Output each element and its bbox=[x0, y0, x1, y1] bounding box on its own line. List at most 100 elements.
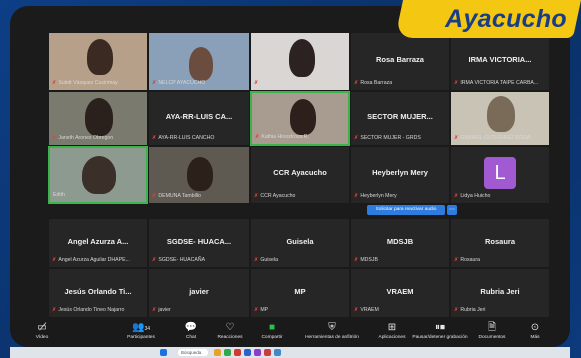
apps-label: Aplicaciones bbox=[378, 335, 406, 340]
chat-label: Chat bbox=[185, 335, 197, 340]
tile-label: ✗ SGDSE- HUACAÑA bbox=[152, 257, 206, 263]
tile-label: ✗ GABRIEL GUTIERREZ EGOA bbox=[454, 135, 531, 141]
video-tile-sector-mujer[interactable]: SECTOR MUJER... ✗ SECTOR MUJER - GRDS bbox=[350, 91, 450, 146]
mic-muted-icon: ✗ bbox=[454, 80, 459, 86]
video-tile-lidya[interactable]: L ✗ Lidya Huicho bbox=[450, 146, 550, 204]
video-tile-cdj[interactable]: ✗ CDJ Ayacucho bbox=[250, 32, 350, 91]
pause-stop-icon: ⏸⏹ bbox=[435, 322, 445, 333]
video-tile-mdsjb[interactable]: MDSJB ✗ MDSJB bbox=[350, 218, 450, 268]
mic-muted-icon: ✗ bbox=[354, 257, 359, 263]
recording-button[interactable]: ⏸⏹ Pausar/detener grabación bbox=[412, 322, 468, 347]
video-tile-ccr[interactable]: CCR Ayacucho ✗ CCR Ayacucho bbox=[250, 146, 350, 204]
host-tools-button[interactable]: ⛨ Herramientas de anfitrión bbox=[294, 322, 370, 347]
video-label: Vídeo bbox=[35, 335, 49, 340]
participant-name: Rubria Jeri bbox=[480, 287, 520, 297]
video-tile-rosa[interactable]: Rosa Barraza ✗ Rosa Barraza bbox=[350, 32, 450, 91]
video-tile-angel[interactable]: Angel Azurza A... ✗ Angel Azurza Aguilar … bbox=[48, 218, 148, 268]
chat-icon: 💬 bbox=[184, 322, 198, 333]
participant-name: IRMA VICTORIA... bbox=[468, 54, 532, 64]
mic-muted-icon: ✗ bbox=[255, 134, 260, 140]
participant-name: MDSJB bbox=[386, 237, 414, 247]
participant-name: Guisela bbox=[286, 237, 314, 247]
participant-name: VRAEM bbox=[386, 287, 414, 297]
video-tile-sgdse[interactable]: SGDSE- HUACA... ✗ SGDSE- HUACAÑA bbox=[148, 218, 250, 268]
taskbar-app-icon[interactable] bbox=[224, 349, 231, 356]
participants-count: 34 bbox=[144, 326, 150, 332]
apps-button[interactable]: ⊞ Aplicaciones bbox=[372, 322, 412, 347]
mic-muted-icon: ✗ bbox=[52, 80, 57, 86]
mic-muted-icon: ✗ bbox=[52, 257, 57, 263]
video-tile-heyberlyn[interactable]: Heyberlyn Mery ✗ Heyberlyn Mery bbox=[350, 146, 450, 204]
mic-muted-icon: ✗ bbox=[52, 307, 57, 313]
taskbar-search[interactable]: Búsqueda bbox=[178, 349, 208, 356]
video-tile-vraem[interactable]: VRAEM ✗ VRAEM bbox=[350, 268, 450, 318]
video-tile-edith[interactable]: Edith bbox=[48, 146, 148, 204]
participants-button[interactable]: 👥34 Participantes bbox=[116, 322, 166, 347]
tile-label: ✗ Guisela bbox=[254, 257, 278, 263]
more-button[interactable]: ⊙ Más bbox=[520, 322, 550, 347]
taskbar-app-icon[interactable] bbox=[244, 349, 251, 356]
more-label: Más bbox=[530, 335, 540, 340]
video-tile-irma[interactable]: IRMA VICTORIA... ✗ IRMA VICTORIA TAIPE CA… bbox=[450, 32, 550, 91]
video-tile-rosaura[interactable]: Rosaura ✗ Rosaura bbox=[450, 218, 550, 268]
documents-button[interactable]: 🗎 Documentos bbox=[472, 322, 512, 347]
mic-muted-icon: ✗ bbox=[454, 135, 459, 141]
chat-button[interactable]: 💬 Chat bbox=[176, 322, 206, 347]
video-button[interactable]: ▭̸ Vídeo bbox=[24, 322, 60, 347]
mic-muted-icon: ✗ bbox=[254, 307, 259, 313]
mic-muted-icon: ✗ bbox=[354, 307, 359, 313]
tile-label: ✗ NELCP AYACUCHO bbox=[152, 80, 206, 86]
mic-muted-icon: ✗ bbox=[254, 193, 259, 199]
mic-muted-icon: ✗ bbox=[152, 307, 157, 313]
participant-name: Rosaura bbox=[484, 237, 515, 247]
tile-label: ✗ Sulett Vásquez Cusirimay bbox=[52, 80, 118, 86]
apps-icon: ⊞ bbox=[387, 322, 397, 333]
request-unmute-button[interactable]: Solicitar para reactivar audio bbox=[367, 205, 445, 215]
taskbar-app-icon[interactable] bbox=[234, 349, 241, 356]
document-icon: 🗎 bbox=[487, 322, 497, 333]
video-tile-kathia[interactable]: ✗ Kathia Hinostroza R. bbox=[250, 91, 350, 146]
tile-label: ✗ AYA-RR-LUIS CANCHO bbox=[152, 135, 215, 141]
more-options-button[interactable]: ⋯ bbox=[447, 205, 457, 215]
meeting-window: ✗ Sulett Vásquez Cusirimay ✗ NELCP AYACUCH… bbox=[10, 6, 570, 347]
os-taskbar: Búsqueda bbox=[10, 347, 570, 358]
share-button[interactable]: ■ Compartir bbox=[254, 322, 290, 347]
taskbar-app-icon[interactable] bbox=[274, 349, 281, 356]
tile-label: ✗ Heyberlyn Mery bbox=[354, 193, 397, 199]
mic-muted-icon: ✗ bbox=[354, 135, 359, 141]
taskbar-app-icon[interactable] bbox=[264, 349, 271, 356]
mic-muted-icon: ✗ bbox=[52, 135, 57, 141]
windows-start-icon[interactable] bbox=[160, 349, 167, 356]
video-tile-aya-rr[interactable]: AYA-RR-LUIS CA... ✗ AYA-RR-LUIS CANCHO bbox=[148, 91, 250, 146]
participant-video bbox=[82, 156, 116, 194]
video-tile-jesus[interactable]: Jesús Orlando Ti... ✗ Jesús Orlando Tineo… bbox=[48, 268, 148, 318]
video-off-icon: ▭̸ bbox=[37, 322, 47, 333]
participant-name: MP bbox=[294, 287, 306, 297]
shield-icon: ⛨ bbox=[328, 322, 336, 333]
mic-muted-icon: ✗ bbox=[454, 257, 459, 263]
video-tile-mp[interactable]: MP ✗ MP bbox=[250, 268, 350, 318]
mic-muted-icon: ✗ bbox=[152, 257, 157, 263]
reactions-button[interactable]: ♡ Reacciones bbox=[210, 322, 250, 347]
participant-name: AYA-RR-LUIS CA... bbox=[165, 112, 233, 122]
video-tile-rubria[interactable]: Rubria Jeri ✗ Rubria Jeri bbox=[450, 268, 550, 318]
participant-video bbox=[290, 99, 316, 135]
video-tile-sulett[interactable]: ✗ Sulett Vásquez Cusirimay bbox=[48, 32, 148, 91]
taskbar-app-icon[interactable] bbox=[254, 349, 261, 356]
participant-video bbox=[487, 96, 515, 132]
video-tile-nelcp[interactable]: ✗ NELCP AYACUCHO bbox=[148, 32, 250, 91]
participant-name: Rosa Barraza bbox=[376, 54, 424, 64]
share-label: Compartir bbox=[261, 335, 283, 340]
participant-name: SECTOR MUJER... bbox=[367, 112, 433, 122]
mic-muted-icon: ✗ bbox=[454, 307, 459, 313]
video-tile-gabriel[interactable]: ✗ GABRIEL GUTIERREZ EGOA bbox=[450, 91, 550, 146]
tile-label: ✗ Kathia Hinostroza R. bbox=[255, 134, 309, 140]
video-tile-demuna[interactable]: ✗ DEMUNA Tambillo bbox=[148, 146, 250, 204]
video-tile-janeth[interactable]: ✗ Janeth Arones Obregon bbox=[48, 91, 148, 146]
mic-muted-icon: ✗ bbox=[152, 80, 157, 86]
participant-name: Heyberlyn Mery bbox=[372, 168, 428, 178]
video-tile-guisela[interactable]: Guisela ✗ Guisela bbox=[250, 218, 350, 268]
video-tile-javier[interactable]: javier ✗ javier bbox=[148, 268, 250, 318]
taskbar-app-icon[interactable] bbox=[214, 349, 221, 356]
participant-name: Angel Azurza A... bbox=[67, 237, 129, 247]
